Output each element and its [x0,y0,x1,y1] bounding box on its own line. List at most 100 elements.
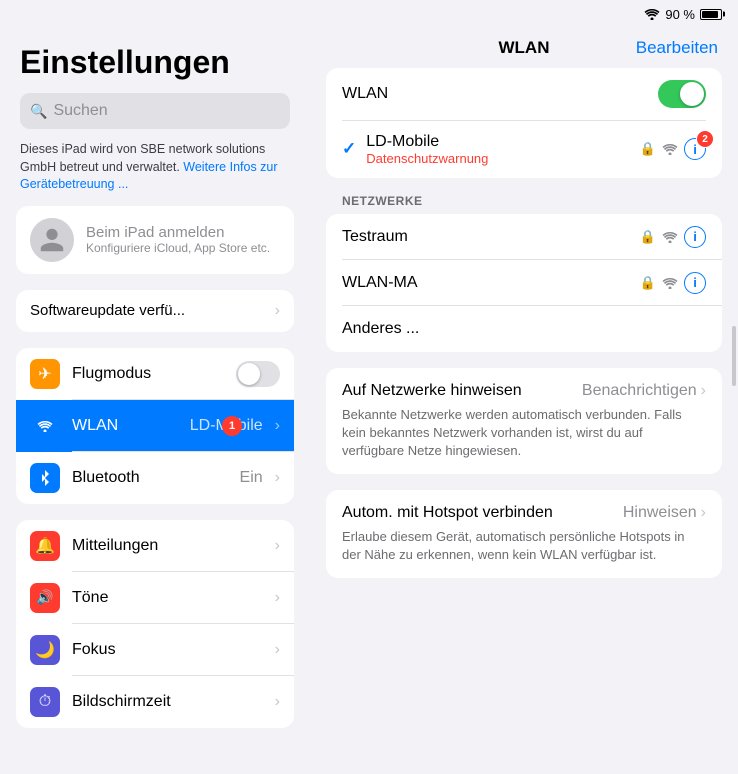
network-icons-testraum: 🔒 i [640,226,706,248]
auf-netzwerke-value-text: Benachrichtigen [582,382,697,400]
auf-netzwerke-value[interactable]: Benachrichtigen › [582,382,706,400]
sidebar-item-wlan[interactable]: WLAN LD-Mobile 1 › [16,400,294,452]
update-label: Softwareupdate verfü... [30,302,185,319]
settings-group-1: ✈ Flugmodus WLAN LD-Mobile [16,348,294,504]
flugmodus-icon: ✈ [30,359,60,389]
bildschirmzeit-icon: ⏱ [30,687,60,717]
flugmodus-toggle[interactable] [236,361,280,387]
right-header: WLAN Bearbeiten [310,28,738,68]
network-name-wlanma: WLAN-MA [342,274,630,292]
main-layout: Einstellungen 🔍 Suchen Dieses iPad wird … [0,28,738,774]
search-bar[interactable]: 🔍 Suchen [20,93,290,129]
hotspot-title: Autom. mit Hotspot verbinden [342,504,553,522]
mitteilungen-chevron: › [275,537,280,555]
network-row-testraum[interactable]: Testraum 🔒 i [326,214,722,260]
network-name-anderes: Anderes ... [342,320,706,338]
lock-icon: 🔒 [640,141,656,157]
bluetooth-chevron: › [275,469,280,487]
bildschirmzeit-label: Bildschirmzeit [72,693,263,711]
network-name-testraum: Testraum [342,228,630,246]
wlan-main-card: WLAN ✓ LD-Mobile Datenschutzwarnung 🔒 [326,68,722,178]
sidebar-item-mitteilungen[interactable]: 🔔 Mitteilungen › [16,520,294,572]
bluetooth-label: Bluetooth [72,469,228,487]
bluetooth-value: Ein [240,469,263,487]
sidebar-item-fokus[interactable]: 🌙 Fokus › [16,624,294,676]
wlan-content: WLAN ✓ LD-Mobile Datenschutzwarnung 🔒 [310,68,738,594]
battery-icon [700,9,722,20]
toene-label: Töne [72,589,263,607]
fokus-icon: 🌙 [30,635,60,665]
right-panel-title: WLAN [499,38,550,58]
auf-netzwerke-title: Auf Netzwerke hinweisen [342,382,522,400]
wlan-toggle-label: WLAN [342,85,388,103]
fokus-label: Fokus [72,641,263,659]
search-placeholder: Suchen [53,102,107,120]
badge-2: 2 [696,130,714,148]
account-row[interactable]: Beim iPad anmelden Konfiguriere iCloud, … [16,206,294,274]
hotspot-value-text: Hinweisen [623,504,697,522]
account-main: Beim iPad anmelden [86,224,270,241]
person-icon [38,226,66,254]
info-section-1: Auf Netzwerke hinweisen Benachrichtigen … [326,368,722,475]
wifi-icon [37,420,53,432]
network-row-anderes[interactable]: Anderes ... [326,306,722,352]
hotspot-value[interactable]: Hinweisen › [623,504,706,522]
sidebar: Einstellungen 🔍 Suchen Dieses iPad wird … [0,28,310,774]
scroll-handle[interactable] [732,326,736,386]
account-sub: Konfiguriere iCloud, App Store etc. [86,241,270,255]
wlan-icon [30,411,60,441]
network-icons-wlanma: 🔒 i [640,272,706,294]
fokus-chevron: › [275,641,280,659]
update-chevron: › [275,302,280,320]
networks-section-label: NETZWERKE [326,194,722,214]
wlan-chevron: › [275,417,280,435]
toene-icon: 🔊 [30,583,60,613]
bluetooth-icon [30,463,60,493]
edit-button[interactable]: Bearbeiten [636,38,718,58]
mitteilungen-label: Mitteilungen [72,537,263,555]
right-panel: WLAN Bearbeiten WLAN ✓ LD-Mobile [310,28,738,774]
sidebar-info: Dieses iPad wird von SBE network solutio… [0,141,310,206]
wlan-toggle-row: WLAN [326,68,722,120]
info-circle-wlanma[interactable]: i [684,272,706,294]
sidebar-item-flugmodus[interactable]: ✈ Flugmodus [16,348,294,400]
wifi-icon-testraum [662,231,678,243]
wlan-label: WLAN [72,417,178,435]
sidebar-item-bluetooth[interactable]: Bluetooth Ein › [16,452,294,504]
connected-row[interactable]: ✓ LD-Mobile Datenschutzwarnung 🔒 [326,121,722,178]
avatar [30,218,74,262]
checkmark-icon: ✓ [342,139,356,159]
wlan-badge: 1 [222,416,242,436]
update-row[interactable]: Softwareupdate verfü... › [16,290,294,332]
bildschirmzeit-chevron: › [275,693,280,711]
search-icon: 🔍 [30,103,47,120]
hotspot-chevron: › [701,504,706,522]
lock-icon-testraum: 🔒 [640,229,656,245]
network-row-wlanma[interactable]: WLAN-MA 🔒 i [326,260,722,306]
battery-percentage: 90 % [665,7,695,22]
bluetooth-svg [39,469,51,487]
lock-icon-wlanma: 🔒 [640,275,656,291]
wifi-status-icon [644,8,660,20]
wlan-toggle-switch[interactable] [658,80,706,108]
sidebar-title: Einstellungen [0,28,310,93]
sidebar-item-bildschirmzeit[interactable]: ⏱ Bildschirmzeit › [16,676,294,728]
sidebar-item-toene[interactable]: 🔊 Töne › [16,572,294,624]
auf-netzwerke-chevron: › [701,382,706,400]
hotspot-desc: Erlaube diesem Gerät, automatisch persön… [342,528,706,564]
wifi-connected-icon [662,143,678,155]
connected-network-name: LD-Mobile [366,133,630,151]
info-circle-testraum[interactable]: i [684,226,706,248]
settings-group-2: 🔔 Mitteilungen › 🔊 Töne › 🌙 Fokus › ⏱ Bi… [16,520,294,728]
connected-network-warning: Datenschutzwarnung [366,151,630,166]
status-bar-icons: 90 % [644,7,722,22]
mitteilungen-icon: 🔔 [30,531,60,561]
networks-card: Testraum 🔒 i WLAN-MA [326,214,722,352]
status-bar: 90 % [0,0,738,28]
auf-netzwerke-desc: Bekannte Netzwerke werden automatisch ve… [342,406,706,461]
info-badge-container: i 2 [684,138,706,160]
toene-chevron: › [275,589,280,607]
wifi-icon-wlanma [662,277,678,289]
info-section-2: Autom. mit Hotspot verbinden Hinweisen ›… [326,490,722,578]
connected-icons: 🔒 i 2 [640,138,706,160]
